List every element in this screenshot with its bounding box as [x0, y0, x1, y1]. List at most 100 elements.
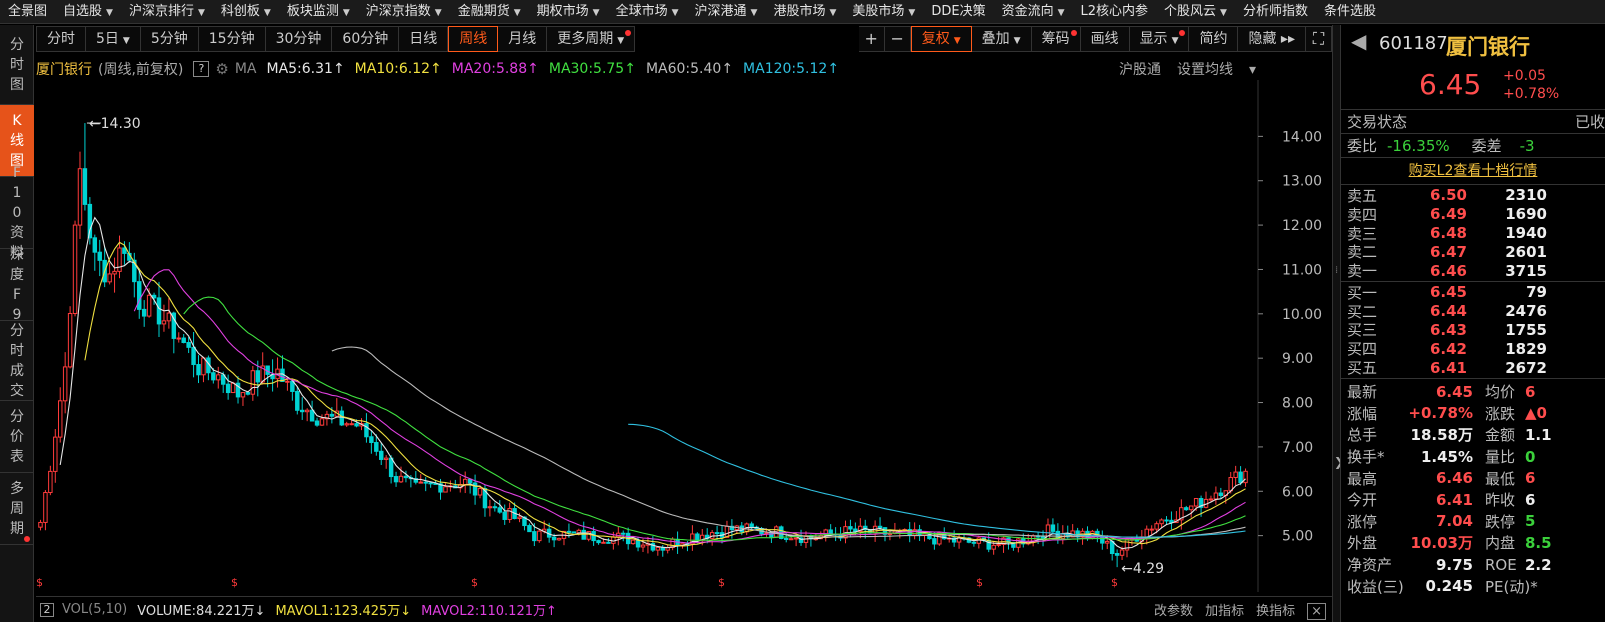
period-tab[interactable]: 5分钟 — [140, 26, 199, 52]
zoom-out-button[interactable]: − — [884, 26, 911, 52]
top-menu-item[interactable]: 美股市场 ▼ — [844, 0, 923, 23]
indicator-link[interactable]: 换指标 — [1256, 604, 1295, 619]
order-price: 6.46 — [1429, 261, 1467, 280]
top-menu-item[interactable]: 全球市场 ▼ — [608, 0, 687, 23]
top-menu-item[interactable]: 自选股 ▼ — [55, 0, 121, 23]
ma-value: MA30:5.75↑ — [549, 61, 636, 77]
candle-body — [112, 270, 117, 275]
top-menu-item[interactable]: L2核心内参 — [1073, 0, 1157, 23]
order-book-row: 买四 6.42 1829 — [1341, 339, 1605, 359]
order-volume: 2601 — [1505, 242, 1547, 261]
candle-body — [225, 383, 231, 394]
stat-value: 9.75 — [1435, 555, 1473, 574]
fullscreen-icon[interactable]: ⛶ — [1306, 26, 1332, 52]
back-arrow-icon[interactable]: ◀ — [1351, 29, 1366, 53]
chart-option-button[interactable]: 显示 ▼ — [1129, 26, 1190, 52]
legend-link[interactable]: 设置均线 — [1177, 62, 1233, 78]
period-tab[interactable]: 更多周期 ▼ — [547, 26, 636, 52]
order-price: 6.48 — [1429, 223, 1467, 242]
period-tab[interactable]: 5日 ▼ — [86, 26, 141, 52]
event-marker-icon: $ — [471, 576, 478, 589]
top-menu-item[interactable]: 资金流向 ▼ — [994, 0, 1073, 23]
stock-name-label: 厦门银行 — [36, 62, 92, 78]
left-tab[interactable]: 多周期 — [0, 473, 34, 545]
top-menu-item[interactable]: 个股风云 ▼ — [1156, 0, 1235, 23]
indicator-link[interactable]: 改参数 — [1154, 604, 1193, 619]
top-menu-item[interactable]: DDE决策 — [923, 0, 993, 23]
left-tab[interactable]: 分时成交 — [0, 321, 34, 401]
chart-option-button[interactable]: 筹码 — [1031, 26, 1081, 52]
candle-body — [635, 539, 641, 548]
panel-splitter[interactable]: ⁞ ❯ — [1332, 25, 1344, 622]
indicator-link[interactable]: 加指标 — [1205, 604, 1244, 619]
chart-option-button[interactable]: 叠加 ▼ — [971, 26, 1032, 52]
period-tab[interactable]: 30分钟 — [265, 26, 333, 52]
caret-down-icon: ▼ — [829, 7, 837, 18]
top-menu-item[interactable]: 沪深京指数 ▼ — [358, 0, 450, 23]
stat-value: 0 — [1525, 447, 1536, 466]
period-tab[interactable]: 周线 — [448, 26, 499, 52]
top-menu-item[interactable]: 条件选股 — [1316, 0, 1384, 23]
candle-body — [62, 366, 68, 402]
top-menu-item[interactable]: 分析师指数 — [1235, 0, 1316, 23]
arrow-up-icon: ↑ — [624, 61, 636, 77]
top-menu-item[interactable]: 港股市场 ▼ — [765, 0, 844, 23]
ma-line-ma120 — [628, 423, 1246, 538]
candle-body — [77, 168, 83, 226]
chart-option-button[interactable]: 隐藏 ▸▸ — [1238, 26, 1306, 52]
period-tab[interactable]: 日线 — [399, 26, 449, 52]
caret-down-icon: ▼ — [263, 7, 271, 18]
ma-legend: 厦门银行 (周线,前复权) ? ⚙ MA MA5:6.31↑ MA10:6.12↑… — [36, 58, 1256, 80]
stat-label: 最高 — [1347, 469, 1378, 488]
top-menu-item[interactable]: 科创板 ▼ — [213, 0, 279, 23]
top-menu-item[interactable]: 沪深港通 ▼ — [687, 0, 766, 23]
stat-value: 7.04 — [1435, 512, 1473, 531]
left-tab[interactable]: 分价表 — [0, 401, 34, 473]
period-tab-label: 30分钟 — [275, 31, 322, 47]
top-menu-item[interactable]: 板块监测 ▼ — [279, 0, 358, 23]
red-dot-icon — [1070, 30, 1077, 36]
period-tab[interactable]: 15分钟 — [198, 26, 266, 52]
kline-chart[interactable]: 5.00 6.00 7.00 8.00 9.00 10.00 11.00 12.00 13.00… — [36, 80, 1332, 592]
candle-body — [502, 511, 507, 520]
caret-down-icon: ▼ — [953, 36, 961, 46]
caret-down-icon: ▼ — [617, 36, 625, 46]
ma-text: MA30:5.75 — [548, 61, 625, 77]
top-menu-item[interactable]: 全景图 — [0, 0, 55, 23]
y-tick-label: 8.00 — [1282, 396, 1313, 412]
candle-body — [196, 364, 201, 376]
stat-value: 1.45% — [1420, 447, 1473, 466]
period-tab[interactable]: 60分钟 — [332, 26, 400, 52]
indicator-toggle-icon[interactable]: 2 — [40, 602, 54, 617]
close-icon[interactable]: × — [1307, 603, 1326, 620]
period-tab-label: 5日 — [96, 31, 119, 47]
low-annotation: ←4.29 — [1121, 561, 1164, 577]
candle-body — [374, 442, 379, 452]
left-tab[interactable]: 深度F9 — [0, 247, 34, 323]
order-volume: 2310 — [1505, 186, 1547, 205]
period-tab[interactable]: 月线 — [498, 26, 548, 52]
top-menu-item[interactable]: 金融期货 ▼ — [450, 0, 529, 23]
order-price: 6.44 — [1429, 302, 1467, 321]
legend-link[interactable]: 沪股通 — [1119, 62, 1161, 78]
event-marker-icon: $ — [36, 576, 43, 589]
left-tab[interactable]: 分时图 — [0, 25, 34, 105]
order-level-label: 卖一 — [1347, 262, 1378, 281]
help-icon[interactable]: ? — [193, 61, 210, 77]
chart-option-button[interactable]: 复权 ▼ — [910, 26, 972, 52]
chart-option-button[interactable]: 画线 — [1080, 26, 1130, 52]
top-menu-item[interactable]: 沪深京排行 ▼ — [121, 0, 213, 23]
period-tab[interactable]: 分时 — [36, 26, 86, 52]
candle-body — [783, 537, 789, 540]
order-volume: 1755 — [1505, 320, 1547, 339]
zoom-in-button[interactable]: + — [858, 26, 885, 52]
top-menu-item[interactable]: 期权市场 ▼ — [529, 0, 608, 23]
left-tab[interactable]: F10资料 — [0, 165, 34, 261]
period-tab-label: 5分钟 — [150, 31, 188, 47]
top-menu-label: 分析师指数 — [1242, 3, 1308, 19]
caret-down-icon: ▼ — [592, 7, 600, 18]
ma-text: MA20:5.88 — [451, 61, 528, 77]
gear-icon[interactable]: ⚙ — [215, 60, 228, 78]
chart-option-button[interactable]: 简约 — [1189, 26, 1239, 52]
buy-l2-link[interactable]: 购买L2查看十档行情 — [1341, 158, 1605, 185]
